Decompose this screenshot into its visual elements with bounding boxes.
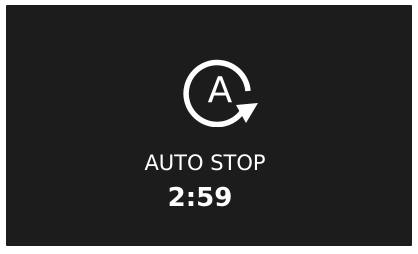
- auto-stop-icon: A: [183, 59, 258, 127]
- auto-stop-letter: A: [208, 70, 233, 111]
- mode-label: AUTO STOP: [144, 151, 266, 175]
- countdown-timer: 2:59: [167, 183, 233, 213]
- auto-stop-display: A AUTO STOP 2:59: [6, 5, 412, 246]
